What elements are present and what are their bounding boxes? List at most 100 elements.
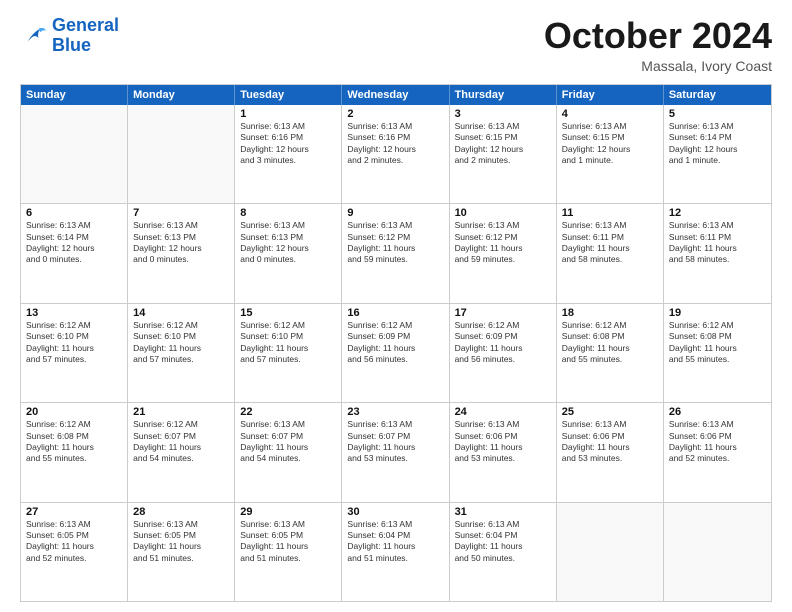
calendar-row-2: 6Sunrise: 6:13 AM Sunset: 6:14 PM Daylig… (21, 204, 771, 303)
header-sunday: Sunday (21, 85, 128, 105)
day-number: 27 (26, 506, 122, 518)
calendar-cell: 31Sunrise: 6:13 AM Sunset: 6:04 PM Dayli… (450, 503, 557, 601)
cell-info: Sunrise: 6:13 AM Sunset: 6:15 PM Dayligh… (455, 121, 551, 167)
cell-info: Sunrise: 6:13 AM Sunset: 6:11 PM Dayligh… (669, 220, 766, 266)
day-number: 29 (240, 506, 336, 518)
day-number: 11 (562, 207, 658, 219)
day-number: 12 (669, 207, 766, 219)
day-number: 22 (240, 406, 336, 418)
day-number: 16 (347, 307, 443, 319)
calendar-cell: 25Sunrise: 6:13 AM Sunset: 6:06 PM Dayli… (557, 403, 664, 501)
calendar: Sunday Monday Tuesday Wednesday Thursday… (20, 84, 772, 602)
calendar-header: Sunday Monday Tuesday Wednesday Thursday… (21, 85, 771, 105)
day-number: 17 (455, 307, 551, 319)
calendar-cell: 9Sunrise: 6:13 AM Sunset: 6:12 PM Daylig… (342, 204, 449, 302)
day-number: 24 (455, 406, 551, 418)
cell-info: Sunrise: 6:13 AM Sunset: 6:05 PM Dayligh… (133, 519, 229, 565)
cell-info: Sunrise: 6:12 AM Sunset: 6:10 PM Dayligh… (26, 320, 122, 366)
cell-info: Sunrise: 6:12 AM Sunset: 6:07 PM Dayligh… (133, 419, 229, 465)
cell-info: Sunrise: 6:13 AM Sunset: 6:05 PM Dayligh… (26, 519, 122, 565)
day-number: 2 (347, 108, 443, 120)
month-title: October 2024 (544, 16, 772, 56)
calendar-cell: 11Sunrise: 6:13 AM Sunset: 6:11 PM Dayli… (557, 204, 664, 302)
calendar-cell: 16Sunrise: 6:12 AM Sunset: 6:09 PM Dayli… (342, 304, 449, 402)
calendar-cell: 21Sunrise: 6:12 AM Sunset: 6:07 PM Dayli… (128, 403, 235, 501)
day-number: 3 (455, 108, 551, 120)
header-saturday: Saturday (664, 85, 771, 105)
calendar-row-5: 27Sunrise: 6:13 AM Sunset: 6:05 PM Dayli… (21, 503, 771, 601)
day-number: 31 (455, 506, 551, 518)
cell-info: Sunrise: 6:13 AM Sunset: 6:14 PM Dayligh… (669, 121, 766, 167)
calendar-cell: 13Sunrise: 6:12 AM Sunset: 6:10 PM Dayli… (21, 304, 128, 402)
calendar-cell: 30Sunrise: 6:13 AM Sunset: 6:04 PM Dayli… (342, 503, 449, 601)
cell-info: Sunrise: 6:13 AM Sunset: 6:11 PM Dayligh… (562, 220, 658, 266)
cell-info: Sunrise: 6:13 AM Sunset: 6:13 PM Dayligh… (133, 220, 229, 266)
logo-icon (20, 25, 48, 47)
logo: General Blue (20, 16, 119, 56)
day-number: 23 (347, 406, 443, 418)
calendar-cell: 27Sunrise: 6:13 AM Sunset: 6:05 PM Dayli… (21, 503, 128, 601)
calendar-cell: 2Sunrise: 6:13 AM Sunset: 6:16 PM Daylig… (342, 105, 449, 203)
cell-info: Sunrise: 6:12 AM Sunset: 6:08 PM Dayligh… (26, 419, 122, 465)
cell-info: Sunrise: 6:12 AM Sunset: 6:10 PM Dayligh… (133, 320, 229, 366)
day-number: 25 (562, 406, 658, 418)
calendar-body: 1Sunrise: 6:13 AM Sunset: 6:16 PM Daylig… (21, 105, 771, 601)
cell-info: Sunrise: 6:13 AM Sunset: 6:04 PM Dayligh… (347, 519, 443, 565)
calendar-cell: 28Sunrise: 6:13 AM Sunset: 6:05 PM Dayli… (128, 503, 235, 601)
calendar-cell (664, 503, 771, 601)
calendar-cell: 20Sunrise: 6:12 AM Sunset: 6:08 PM Dayli… (21, 403, 128, 501)
calendar-cell: 17Sunrise: 6:12 AM Sunset: 6:09 PM Dayli… (450, 304, 557, 402)
day-number: 30 (347, 506, 443, 518)
day-number: 13 (26, 307, 122, 319)
calendar-cell: 24Sunrise: 6:13 AM Sunset: 6:06 PM Dayli… (450, 403, 557, 501)
day-number: 19 (669, 307, 766, 319)
header-thursday: Thursday (450, 85, 557, 105)
calendar-cell: 1Sunrise: 6:13 AM Sunset: 6:16 PM Daylig… (235, 105, 342, 203)
calendar-row-3: 13Sunrise: 6:12 AM Sunset: 6:10 PM Dayli… (21, 304, 771, 403)
cell-info: Sunrise: 6:13 AM Sunset: 6:07 PM Dayligh… (347, 419, 443, 465)
cell-info: Sunrise: 6:13 AM Sunset: 6:13 PM Dayligh… (240, 220, 336, 266)
cell-info: Sunrise: 6:13 AM Sunset: 6:16 PM Dayligh… (347, 121, 443, 167)
cell-info: Sunrise: 6:13 AM Sunset: 6:06 PM Dayligh… (455, 419, 551, 465)
day-number: 1 (240, 108, 336, 120)
calendar-cell: 7Sunrise: 6:13 AM Sunset: 6:13 PM Daylig… (128, 204, 235, 302)
cell-info: Sunrise: 6:12 AM Sunset: 6:10 PM Dayligh… (240, 320, 336, 366)
calendar-cell: 10Sunrise: 6:13 AM Sunset: 6:12 PM Dayli… (450, 204, 557, 302)
calendar-cell: 15Sunrise: 6:12 AM Sunset: 6:10 PM Dayli… (235, 304, 342, 402)
calendar-cell: 29Sunrise: 6:13 AM Sunset: 6:05 PM Dayli… (235, 503, 342, 601)
calendar-cell: 8Sunrise: 6:13 AM Sunset: 6:13 PM Daylig… (235, 204, 342, 302)
title-block: October 2024 Massala, Ivory Coast (544, 16, 772, 74)
cell-info: Sunrise: 6:13 AM Sunset: 6:12 PM Dayligh… (455, 220, 551, 266)
day-number: 5 (669, 108, 766, 120)
cell-info: Sunrise: 6:13 AM Sunset: 6:16 PM Dayligh… (240, 121, 336, 167)
cell-info: Sunrise: 6:13 AM Sunset: 6:14 PM Dayligh… (26, 220, 122, 266)
calendar-cell: 19Sunrise: 6:12 AM Sunset: 6:08 PM Dayli… (664, 304, 771, 402)
cell-info: Sunrise: 6:13 AM Sunset: 6:07 PM Dayligh… (240, 419, 336, 465)
day-number: 20 (26, 406, 122, 418)
cell-info: Sunrise: 6:12 AM Sunset: 6:08 PM Dayligh… (669, 320, 766, 366)
day-number: 4 (562, 108, 658, 120)
calendar-row-1: 1Sunrise: 6:13 AM Sunset: 6:16 PM Daylig… (21, 105, 771, 204)
cell-info: Sunrise: 6:12 AM Sunset: 6:09 PM Dayligh… (347, 320, 443, 366)
cell-info: Sunrise: 6:13 AM Sunset: 6:15 PM Dayligh… (562, 121, 658, 167)
calendar-cell: 4Sunrise: 6:13 AM Sunset: 6:15 PM Daylig… (557, 105, 664, 203)
calendar-cell: 3Sunrise: 6:13 AM Sunset: 6:15 PM Daylig… (450, 105, 557, 203)
page-header: General Blue October 2024 Massala, Ivory… (20, 16, 772, 74)
calendar-cell: 5Sunrise: 6:13 AM Sunset: 6:14 PM Daylig… (664, 105, 771, 203)
calendar-row-4: 20Sunrise: 6:12 AM Sunset: 6:08 PM Dayli… (21, 403, 771, 502)
day-number: 10 (455, 207, 551, 219)
day-number: 9 (347, 207, 443, 219)
day-number: 18 (562, 307, 658, 319)
cell-info: Sunrise: 6:12 AM Sunset: 6:08 PM Dayligh… (562, 320, 658, 366)
logo-blue: Blue (52, 35, 91, 55)
location-subtitle: Massala, Ivory Coast (544, 58, 772, 74)
day-number: 26 (669, 406, 766, 418)
day-number: 14 (133, 307, 229, 319)
day-number: 6 (26, 207, 122, 219)
calendar-cell: 23Sunrise: 6:13 AM Sunset: 6:07 PM Dayli… (342, 403, 449, 501)
calendar-cell (21, 105, 128, 203)
calendar-cell: 12Sunrise: 6:13 AM Sunset: 6:11 PM Dayli… (664, 204, 771, 302)
header-friday: Friday (557, 85, 664, 105)
cell-info: Sunrise: 6:13 AM Sunset: 6:06 PM Dayligh… (669, 419, 766, 465)
cell-info: Sunrise: 6:13 AM Sunset: 6:05 PM Dayligh… (240, 519, 336, 565)
